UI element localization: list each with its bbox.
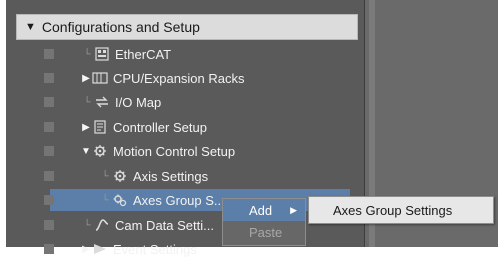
tree-item-label: Axes Group S...	[133, 192, 225, 208]
expand-down-icon[interactable]: ▼	[25, 21, 36, 33]
ethercat-icon	[94, 47, 110, 61]
menu-item-paste-label: Paste	[249, 224, 283, 240]
gears-icon	[112, 193, 128, 207]
tree-item-label: Cam Data Setti...	[115, 217, 214, 233]
tree-item-label: CPU/Expansion Racks	[113, 70, 245, 86]
controller-icon	[92, 120, 108, 134]
tree-guide: └	[83, 48, 91, 60]
status-square-icon	[44, 97, 54, 107]
configurations-setup-header[interactable]: ▼ Configurations and Setup	[16, 14, 358, 40]
status-square-icon	[44, 220, 54, 230]
tree-item-controller-setup[interactable]: ▶ Controller Setup	[44, 116, 350, 138]
expand-right-icon[interactable]: ▶	[80, 122, 92, 133]
tree-item-cpu-expansion-racks[interactable]: ▶ CPU/Expansion Racks	[44, 67, 350, 89]
status-square-icon	[44, 49, 54, 59]
tree-item-label: Axis Settings	[133, 168, 209, 184]
tree-item-ethercat[interactable]: └ EtherCAT	[44, 43, 350, 65]
tree-item-label: Event Settings	[113, 241, 197, 257]
tree-item-axis-settings[interactable]: └ Axis Settings	[44, 165, 350, 187]
menu-item-add[interactable]: Add ▶	[223, 199, 305, 221]
context-menu: Add ▶ Paste	[222, 198, 306, 246]
menu-item-add-label: Add	[249, 202, 273, 218]
tree-guide: └	[83, 96, 91, 108]
tree-guide: └	[101, 170, 109, 182]
submenu-axes-group-settings[interactable]: Axes Group Settings	[308, 196, 494, 224]
status-square-icon	[44, 171, 54, 181]
tree-item-label: EtherCAT	[115, 46, 172, 62]
io-map-arrows-icon	[94, 95, 110, 109]
status-square-icon	[44, 146, 54, 156]
event-icon	[92, 242, 108, 256]
tree-item-label: Controller Setup	[113, 119, 207, 135]
rack-icon	[92, 71, 108, 85]
tree-guide: └	[101, 194, 109, 206]
cam-curve-icon	[94, 218, 110, 232]
gear-icon	[92, 144, 108, 158]
status-square-icon	[44, 73, 54, 83]
expand-right-icon[interactable]: ▶	[80, 73, 92, 84]
status-square-icon	[44, 195, 54, 205]
header-label: Configurations and Setup	[41, 19, 200, 35]
tree-item-label: Motion Control Setup	[113, 143, 236, 159]
menu-item-paste[interactable]: Paste	[223, 221, 305, 243]
tree-item-io-map[interactable]: └ I/O Map	[44, 91, 350, 113]
status-square-icon	[44, 244, 54, 254]
submenu-item-label: Axes Group Settings	[333, 202, 453, 218]
submenu-arrow-icon: ▶	[290, 204, 297, 215]
gear-icon	[112, 169, 128, 183]
expand-right-icon[interactable]: ▶	[80, 244, 92, 255]
tree-guide: └	[83, 219, 91, 231]
status-square-icon	[44, 122, 54, 132]
tree-item-motion-control-setup[interactable]: ▼ Motion Control Setup	[44, 140, 350, 162]
tree-item-label: I/O Map	[115, 94, 162, 110]
expand-down-icon[interactable]: ▼	[80, 146, 92, 157]
